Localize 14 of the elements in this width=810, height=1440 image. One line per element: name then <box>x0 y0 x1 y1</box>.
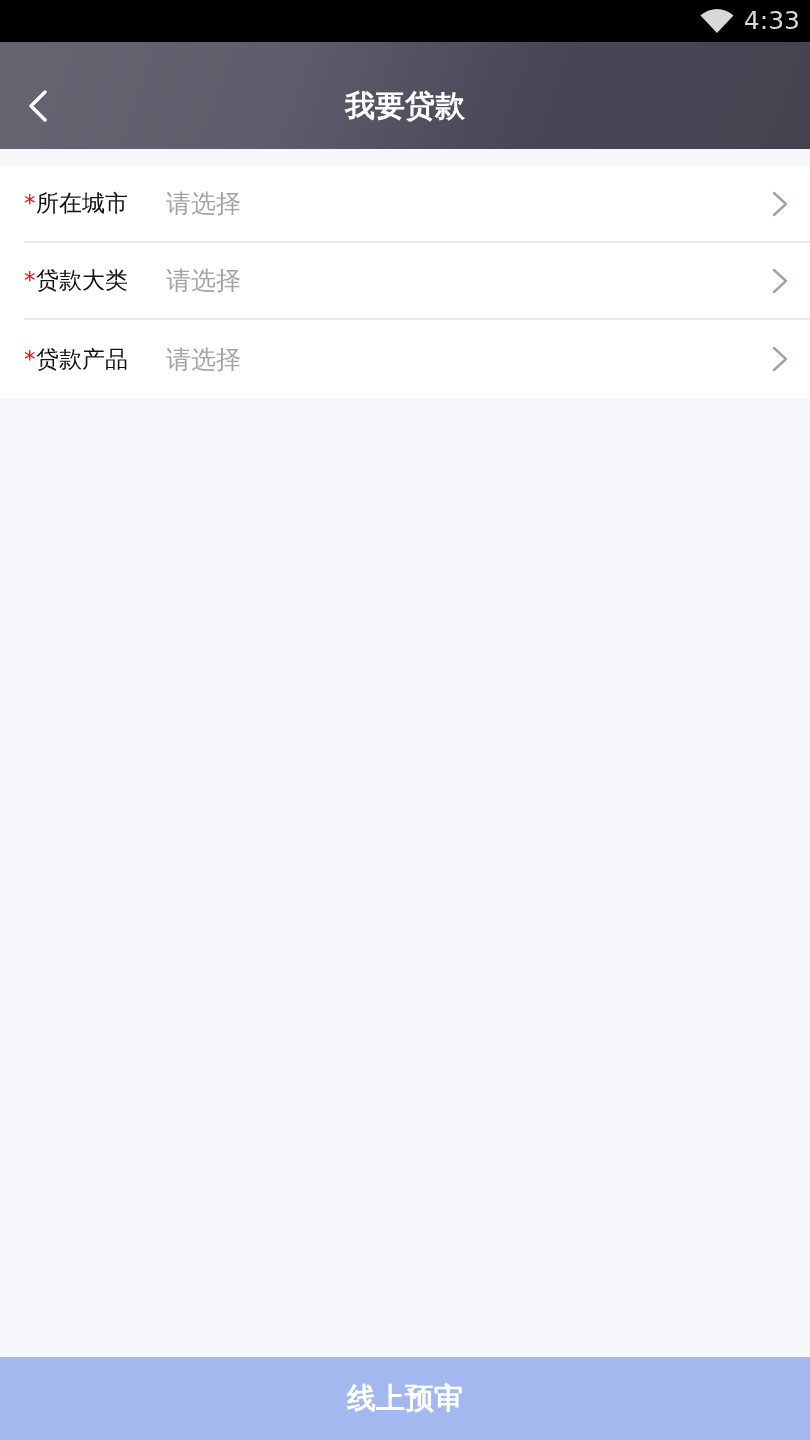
field-label: *贷款大类 <box>24 266 129 295</box>
status-time: 4:33 <box>743 6 800 36</box>
chevron-right-icon <box>772 346 788 372</box>
back-icon <box>27 89 49 122</box>
chevron-right-icon <box>772 190 788 217</box>
wifi-icon <box>699 8 734 34</box>
submit-button[interactable]: 线上预审 <box>0 1357 810 1440</box>
select-field[interactable]: 请选择 <box>166 320 810 398</box>
select-field[interactable]: 请选择 <box>166 243 810 318</box>
chevron-right-icon <box>772 267 788 294</box>
field-label: *所在城市 <box>24 189 129 218</box>
page-title: 我要贷款 <box>345 86 465 124</box>
field-label: *贷款产品 <box>24 344 129 374</box>
select-field[interactable]: 请选择 <box>166 166 810 241</box>
